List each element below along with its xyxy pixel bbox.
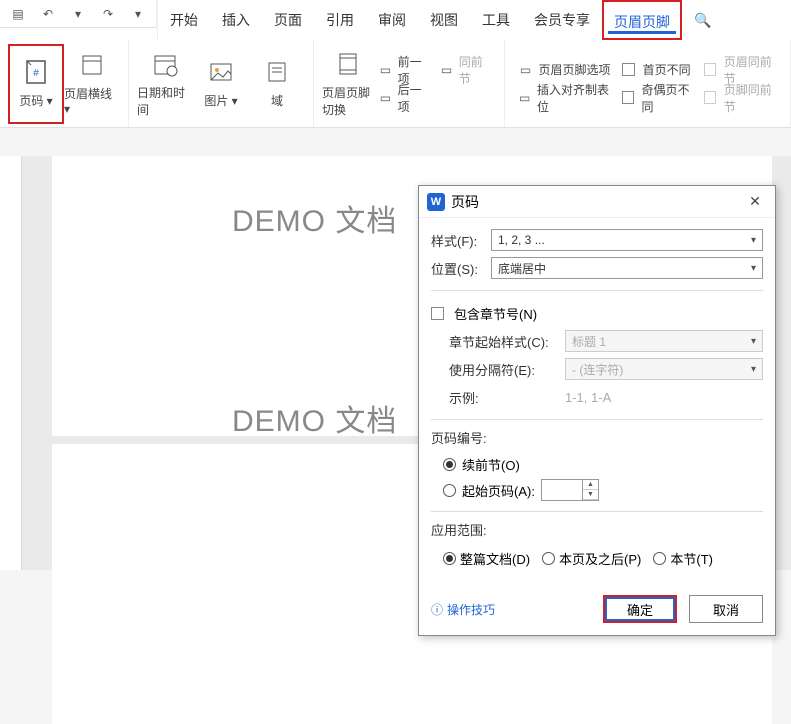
document-text: DEMO 文档 xyxy=(232,196,397,240)
scope-current-radio[interactable]: 本页及之后(P) xyxy=(542,549,641,568)
header-line-button[interactable]: 页眉横线 ▾ xyxy=(64,44,120,124)
tab-insert[interactable]: 插入 xyxy=(210,0,262,40)
start-at-input[interactable]: ▲▼ xyxy=(541,479,599,501)
spin-down-icon[interactable]: ▼ xyxy=(583,490,598,500)
chevron-down-icon: ▾ xyxy=(751,263,756,274)
scope-label: 应用范围: xyxy=(431,520,763,539)
example-value: 1-1, 1-A xyxy=(565,390,611,405)
numbering-label: 页码编号: xyxy=(431,428,763,447)
ok-button[interactable]: 确定 xyxy=(603,595,677,623)
tab-review[interactable]: 审阅 xyxy=(366,0,418,40)
save-icon[interactable]: ▤ xyxy=(6,4,30,24)
header-footer-switch-button[interactable]: 页眉页脚切换 xyxy=(322,44,373,124)
vertical-ruler xyxy=(0,156,22,570)
options-icon: ▭ xyxy=(517,61,535,79)
ribbon: # 页码 ▾ 页眉横线 ▾ 日期和时间 图片 ▾ xyxy=(0,40,791,128)
more-quick-access[interactable]: ▾ xyxy=(126,4,150,24)
ribbon-tabs: 开始 插入 页面 引用 审阅 视图 工具 会员专享 页眉页脚 🔍 xyxy=(157,0,712,40)
tab-header-footer[interactable]: 页眉页脚 xyxy=(602,0,682,40)
scope-whole-radio[interactable]: 整篇文档(D) xyxy=(443,549,530,568)
tab-view[interactable]: 视图 xyxy=(418,0,470,40)
prev-item-button[interactable]: ▭ 前一项 xyxy=(377,58,430,82)
date-time-button[interactable]: 日期和时间 xyxy=(137,44,193,124)
dialog-title: 页码 xyxy=(451,192,737,212)
tab-start[interactable]: 开始 xyxy=(158,0,210,40)
close-button[interactable]: ✕ xyxy=(743,193,767,210)
next-icon: ▭ xyxy=(377,89,393,107)
link-icon: ▭ xyxy=(438,61,454,79)
header-same-prev-checkbox: 页眉同前节 xyxy=(704,58,778,82)
tab-reference[interactable]: 引用 xyxy=(314,0,366,40)
format-select[interactable]: 1, 2, 3 ...▾ xyxy=(491,229,763,251)
header-footer-options-button[interactable]: ▭ 页眉页脚选项 xyxy=(517,58,614,82)
header-line-icon xyxy=(78,51,106,79)
redo-button[interactable]: ↷ xyxy=(96,4,120,24)
switch-icon xyxy=(334,50,362,78)
chapter-style-label: 章节起始样式(C): xyxy=(449,332,559,351)
position-label: 位置(S): xyxy=(431,259,485,278)
radio-icon xyxy=(443,458,456,471)
picture-button[interactable]: 图片 ▾ xyxy=(193,44,249,124)
radio-icon xyxy=(653,552,666,565)
separator-label: 使用分隔符(E): xyxy=(449,360,559,379)
tab-icon: ▭ xyxy=(517,89,533,107)
checkbox-icon xyxy=(431,307,444,320)
picture-icon xyxy=(207,58,235,86)
checkbox-icon xyxy=(704,91,716,104)
page-number-icon: # xyxy=(22,58,50,86)
cancel-button[interactable]: 取消 xyxy=(689,595,763,623)
radio-icon xyxy=(542,552,555,565)
chevron-down-icon: ▾ xyxy=(751,235,756,246)
document-text: DEMO 文档 xyxy=(232,396,397,440)
info-icon: ⓘ xyxy=(431,601,443,618)
svg-text:#: # xyxy=(33,68,39,79)
checkbox-icon xyxy=(622,63,635,76)
next-item-button[interactable]: ▭ 后一项 xyxy=(377,86,430,110)
radio-icon xyxy=(443,484,456,497)
separator-select: - (连字符)▾ xyxy=(565,358,763,380)
app-logo-icon: W xyxy=(427,193,445,211)
page-number-button[interactable]: # 页码 ▾ xyxy=(8,44,64,124)
prev-icon: ▭ xyxy=(377,61,393,79)
example-label: 示例: xyxy=(449,388,559,407)
calendar-icon xyxy=(151,50,179,78)
radio-icon xyxy=(443,552,456,565)
tab-member[interactable]: 会员专享 xyxy=(522,0,602,40)
chevron-down-icon: ▾ xyxy=(751,364,756,375)
tab-tools[interactable]: 工具 xyxy=(470,0,522,40)
start-at-radio[interactable]: 起始页码(A): ▲▼ xyxy=(431,477,763,503)
scope-section-radio[interactable]: 本节(T) xyxy=(653,549,713,568)
field-icon xyxy=(263,58,291,86)
checkbox-icon xyxy=(622,91,634,104)
insert-align-tab-button[interactable]: ▭ 插入对齐制表位 xyxy=(517,86,614,110)
checkbox-icon xyxy=(704,63,716,76)
field-button[interactable]: 域 xyxy=(249,44,305,124)
format-label: 样式(F): xyxy=(431,231,485,250)
tab-page[interactable]: 页面 xyxy=(262,0,314,40)
first-page-different-checkbox[interactable]: 首页不同 xyxy=(622,58,696,82)
chapter-style-select: 标题 1▾ xyxy=(565,330,763,352)
footer-same-prev-checkbox: 页脚同前节 xyxy=(704,86,778,110)
include-chapter-checkbox[interactable]: 包含章节号(N) xyxy=(431,299,763,327)
undo-button[interactable]: ↶ xyxy=(36,4,60,24)
continue-previous-radio[interactable]: 续前节(O) xyxy=(431,451,763,477)
spin-up-icon[interactable]: ▲ xyxy=(583,480,598,490)
position-select[interactable]: 底端居中▾ xyxy=(491,257,763,279)
odd-even-different-checkbox[interactable]: 奇偶页不同 xyxy=(622,86,696,110)
chevron-down-icon[interactable]: ▾ xyxy=(66,4,90,24)
search-icon[interactable]: 🔍 xyxy=(682,0,712,40)
same-as-previous-button: ▭ 同前节 xyxy=(438,58,491,82)
page-number-dialog: W 页码 ✕ 样式(F): 1, 2, 3 ...▾ 位置(S): 底端居中▾ … xyxy=(418,185,776,636)
chevron-down-icon: ▾ xyxy=(751,336,756,347)
tips-link[interactable]: ⓘ 操作技巧 xyxy=(431,601,591,618)
